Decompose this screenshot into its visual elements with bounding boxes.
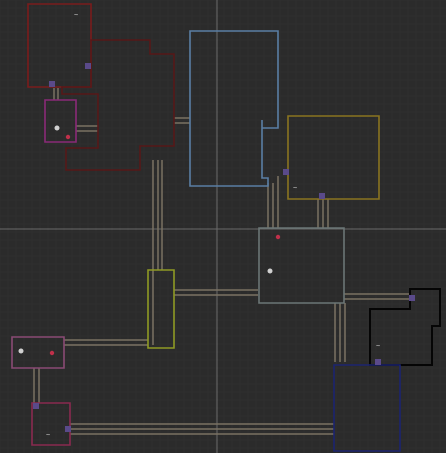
player-marker-icon[interactable]	[54, 125, 60, 131]
door-marker-icon[interactable]	[49, 81, 55, 87]
door-marker-icon[interactable]	[283, 169, 289, 175]
enemy-marker-icon[interactable]	[49, 350, 55, 356]
door-marker-icon[interactable]	[319, 193, 325, 199]
enemy-marker-icon[interactable]	[275, 234, 281, 240]
room-blue-central[interactable]	[189, 30, 279, 187]
enemy-marker-icon[interactable]	[65, 134, 71, 140]
tilde-glyph-icon: ~	[293, 184, 297, 192]
door-marker-icon[interactable]	[375, 359, 381, 365]
door-marker-icon[interactable]	[33, 403, 39, 409]
room-magenta-small[interactable]	[44, 99, 77, 143]
player-marker-icon[interactable]	[267, 268, 273, 274]
corridors	[33, 88, 410, 435]
markers: ~ ~ ~ ~	[18, 11, 380, 439]
dungeon-map: ~ ~ ~ ~	[0, 0, 446, 453]
player-marker-icon[interactable]	[18, 348, 24, 354]
door-marker-icon[interactable]	[85, 63, 91, 69]
room-red-wing[interactable]	[61, 39, 175, 171]
door-marker-icon[interactable]	[65, 426, 71, 432]
tilde-glyph-icon: ~	[46, 431, 50, 439]
room-black-east[interactable]	[369, 288, 441, 366]
tilde-glyph-icon: ~	[74, 11, 78, 19]
tilde-glyph-icon: ~	[376, 342, 380, 350]
map-grid	[0, 0, 446, 453]
room-red-northwest[interactable]	[27, 3, 92, 88]
door-marker-icon[interactable]	[409, 295, 415, 301]
room-gold-east[interactable]	[287, 115, 380, 200]
map-axes	[0, 0, 446, 453]
dungeon-map-viewport[interactable]: ~ ~ ~ ~	[0, 0, 446, 453]
